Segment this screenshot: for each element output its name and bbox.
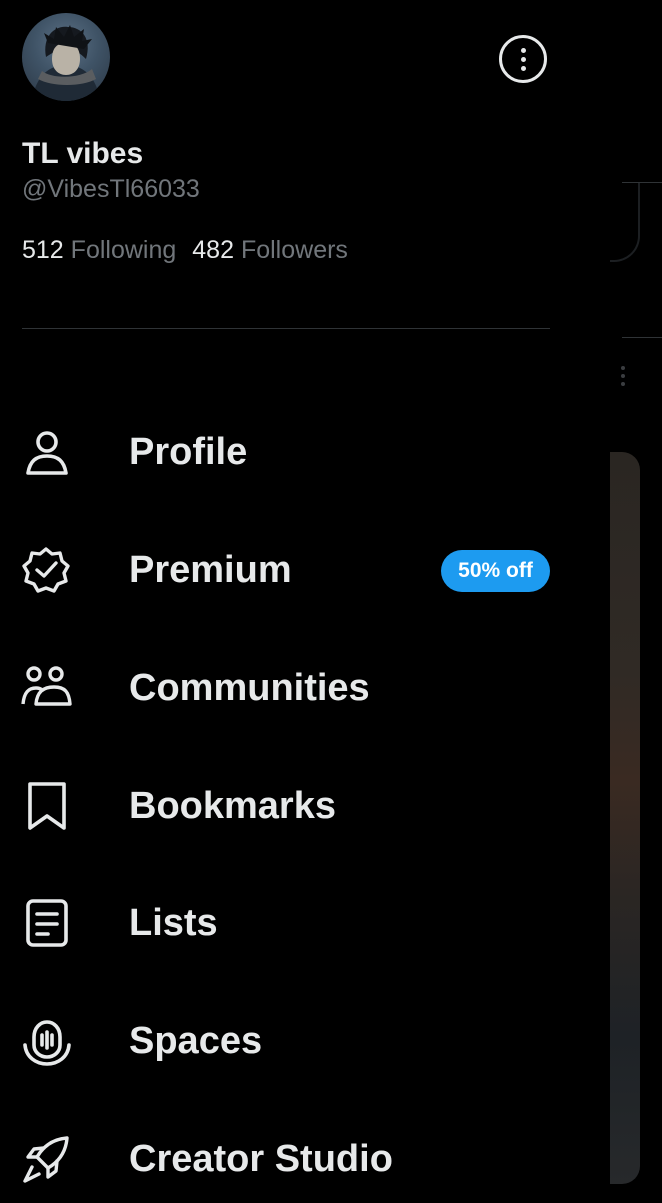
spaces-icon	[20, 1015, 72, 1067]
menu-item-lists[interactable]: Lists	[0, 877, 590, 967]
more-dot	[520, 65, 526, 71]
followers-link[interactable]: 482 Followers	[192, 236, 348, 264]
more-dot	[520, 47, 526, 53]
following-link[interactable]: 512 Following	[22, 236, 176, 264]
avatar[interactable]	[22, 13, 110, 101]
followers-count: 482	[192, 236, 234, 264]
avatar-image	[32, 25, 100, 101]
background-divider	[622, 182, 662, 183]
divider	[22, 328, 550, 329]
person-icon	[20, 426, 72, 478]
background-more-icon	[618, 362, 628, 396]
navigation-drawer: TL vibes @VibesTl66033 512 Following 482 …	[0, 0, 610, 1199]
menu-item-label: Profile	[129, 431, 248, 473]
menu-item-label: Creator Studio	[129, 1138, 393, 1180]
display-name[interactable]: TL vibes	[22, 136, 143, 172]
followers-label: Followers	[240, 236, 348, 264]
menu-item-label: Spaces	[129, 1020, 263, 1062]
list-icon	[20, 897, 72, 949]
communities-icon	[20, 662, 72, 714]
menu-item-label: Bookmarks	[129, 785, 336, 827]
menu-item-premium[interactable]: Premium 50% off	[0, 524, 590, 614]
menu-item-profile[interactable]: Profile	[0, 406, 590, 496]
background-divider	[622, 337, 662, 338]
user-handle[interactable]: @VibesTl66033	[22, 173, 200, 205]
discount-badge[interactable]: 50% off	[441, 550, 550, 592]
bookmark-icon	[20, 780, 72, 832]
following-count: 512	[22, 236, 64, 264]
menu-item-spaces[interactable]: Spaces	[0, 995, 590, 1085]
more-options-button[interactable]	[499, 35, 547, 83]
more-dot	[520, 56, 526, 62]
following-label: Following	[70, 236, 177, 264]
verified-badge-icon	[20, 544, 72, 596]
rocket-icon	[20, 1133, 72, 1185]
menu-item-label: Lists	[129, 902, 218, 944]
menu-item-label: Communities	[129, 667, 370, 709]
menu-item-bookmarks[interactable]: Bookmarks	[0, 760, 590, 850]
menu-item-label: Premium	[129, 549, 292, 591]
follow-stats: 512 Following 482 Followers	[22, 234, 348, 266]
menu-item-communities[interactable]: Communities	[0, 642, 590, 732]
menu-item-creator-studio[interactable]: Creator Studio	[0, 1113, 590, 1203]
